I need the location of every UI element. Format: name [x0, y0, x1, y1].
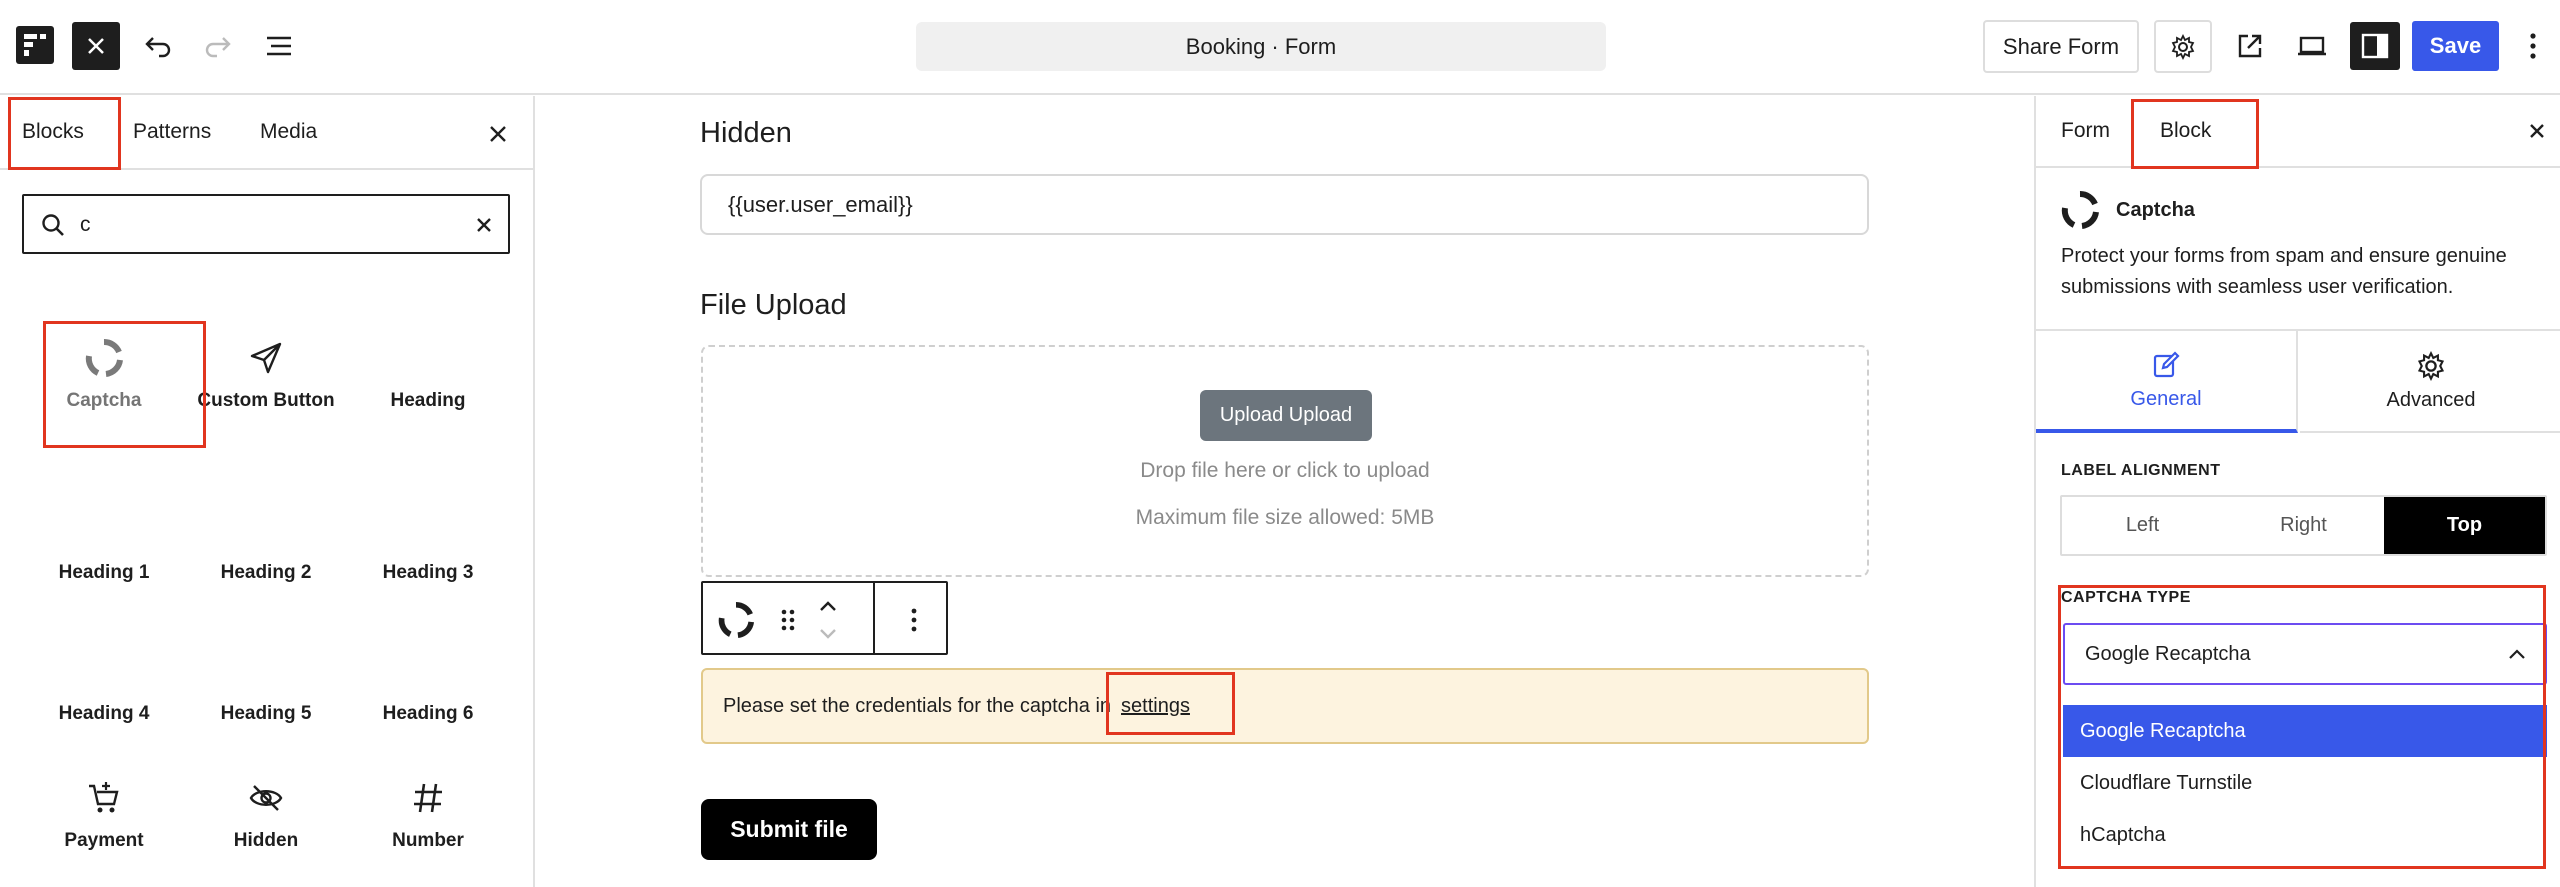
tab-label: Advanced	[2386, 388, 2476, 411]
captcha-type-select[interactable]: Google Recaptcha	[2063, 623, 2547, 685]
block-payment[interactable]: Payment	[29, 776, 179, 852]
settings-link[interactable]: settings	[1121, 695, 1190, 718]
block-heading-3[interactable]: Heading 3	[353, 562, 503, 584]
desktop-preview-icon[interactable]	[2290, 24, 2334, 68]
block-heading-1[interactable]: Heading 1	[29, 562, 179, 584]
redo-icon[interactable]	[196, 24, 240, 68]
captcha-type-heading: CAPTCHA TYPE	[2061, 589, 2191, 606]
notice-text: Please set the credentials for the captc…	[723, 694, 1112, 717]
close-icon[interactable]	[482, 118, 514, 150]
tab-block[interactable]: Block	[2160, 96, 2211, 166]
option-hcaptcha[interactable]: hCaptcha	[2063, 809, 2547, 861]
gear-icon[interactable]	[2154, 20, 2212, 73]
block-heading-6[interactable]: Heading 6	[353, 703, 503, 725]
captcha-icon	[2060, 190, 2100, 230]
close-inserter-button[interactable]	[72, 22, 120, 70]
save-button[interactable]: Save	[2412, 21, 2499, 71]
block-custom-button[interactable]: Custom Button	[191, 336, 341, 412]
label-alignment-control: Left Right Top	[2060, 495, 2547, 556]
tab-general[interactable]: General	[2036, 331, 2298, 433]
max-file-size-text: Maximum file size allowed: 5MB	[1135, 506, 1435, 529]
top-toolbar: Booking · Form Share Form Save	[0, 0, 2560, 95]
divider	[0, 168, 535, 170]
undo-icon[interactable]	[136, 24, 180, 68]
toolbar-divider	[873, 583, 875, 653]
tab-media[interactable]: Media	[260, 96, 317, 168]
tab-patterns[interactable]: Patterns	[133, 96, 211, 168]
block-label: Heading 5	[220, 703, 312, 724]
file-dropzone[interactable]: Upload Upload Drop file here or click to…	[701, 345, 1869, 577]
block-label: Hidden	[233, 830, 299, 851]
block-heading-4[interactable]: Heading 4	[29, 703, 179, 725]
eye-slash-icon	[244, 776, 288, 820]
block-card-title: Captcha	[2116, 199, 2195, 221]
cart-icon	[82, 776, 126, 820]
external-link-icon[interactable]	[2228, 24, 2272, 68]
block-label: Payment	[64, 830, 144, 851]
upload-button[interactable]: Upload Upload	[1200, 390, 1372, 441]
captcha-type-value: Google Recaptcha	[2085, 642, 2251, 665]
tab-label: General	[2130, 387, 2202, 410]
share-form-button[interactable]: Share Form	[1983, 20, 2139, 73]
search-icon	[40, 212, 66, 238]
block-hidden[interactable]: Hidden	[191, 776, 341, 852]
pencil-icon	[2151, 350, 2181, 380]
app-logo-icon[interactable]	[16, 26, 54, 64]
tab-advanced[interactable]: Advanced	[2300, 331, 2560, 433]
move-up-icon[interactable]	[815, 595, 841, 617]
captcha-icon	[82, 336, 126, 380]
block-inserter-panel: Blocks Patterns Media c Captcha Custom B…	[0, 96, 535, 887]
hidden-field-input[interactable]: {{user.user_email}}	[700, 174, 1869, 235]
captcha-block-icon[interactable]	[717, 601, 755, 639]
close-icon[interactable]	[2522, 116, 2552, 146]
block-options-icon[interactable]	[899, 605, 929, 635]
block-label: Captcha	[66, 390, 142, 411]
block-label: Heading	[390, 390, 466, 411]
search-value: c	[80, 213, 91, 236]
captcha-credentials-notice: Please set the credentials for the captc…	[701, 668, 1869, 744]
chevron-up-icon	[2505, 643, 2529, 667]
move-down-icon[interactable]	[815, 623, 841, 645]
tab-blocks[interactable]: Blocks	[22, 96, 84, 168]
block-number[interactable]: Number	[353, 776, 503, 852]
block-label: Number	[392, 830, 464, 851]
file-upload-label: File Upload	[700, 289, 847, 321]
captcha-type-options: Google Recaptcha Cloudflare Turnstile hC…	[2063, 705, 2547, 861]
block-captcha[interactable]: Captcha	[29, 336, 179, 412]
align-top-option[interactable]: Top	[2384, 497, 2545, 554]
submit-button[interactable]: Submit file	[701, 799, 877, 860]
hidden-field-label: Hidden	[700, 117, 792, 149]
block-heading-2[interactable]: Heading 2	[191, 562, 341, 584]
divider	[2036, 166, 2560, 168]
block-heading-5[interactable]: Heading 5	[191, 703, 341, 725]
block-heading[interactable]: Heading	[353, 336, 503, 412]
block-label: Heading 6	[382, 703, 474, 724]
option-cloudflare-turnstile[interactable]: Cloudflare Turnstile	[2063, 757, 2547, 809]
block-label: Custom Button	[197, 390, 335, 411]
block-search-input[interactable]: c	[22, 194, 510, 254]
option-google-recaptcha[interactable]: Google Recaptcha	[2063, 705, 2547, 757]
block-label: Heading 3	[382, 562, 474, 583]
clear-search-icon[interactable]	[470, 211, 498, 239]
document-title[interactable]: Booking · Form	[916, 22, 1606, 71]
send-icon	[244, 336, 288, 380]
settings-sidebar: Form Block Captcha Protect your forms fr…	[2034, 96, 2560, 887]
drop-instructions: Drop file here or click to upload	[1140, 459, 1430, 482]
align-left-option[interactable]: Left	[2062, 497, 2223, 554]
block-label: Heading 1	[58, 562, 150, 583]
label-alignment-heading: LABEL ALIGNMENT	[2061, 462, 2221, 479]
block-card-description: Protect your forms from spam and ensure …	[2061, 245, 2507, 298]
hash-icon	[406, 776, 450, 820]
align-right-option[interactable]: Right	[2223, 497, 2384, 554]
block-label: Heading 4	[58, 703, 150, 724]
gear-icon	[2416, 350, 2446, 381]
block-toolbar	[701, 581, 948, 655]
drag-handle-icon[interactable]	[779, 607, 797, 633]
more-options-icon[interactable]	[2518, 24, 2548, 68]
tab-form[interactable]: Form	[2061, 96, 2110, 166]
block-label: Heading 2	[220, 562, 312, 583]
list-view-icon[interactable]	[258, 24, 302, 68]
sidebar-toggle-icon[interactable]	[2350, 22, 2400, 70]
